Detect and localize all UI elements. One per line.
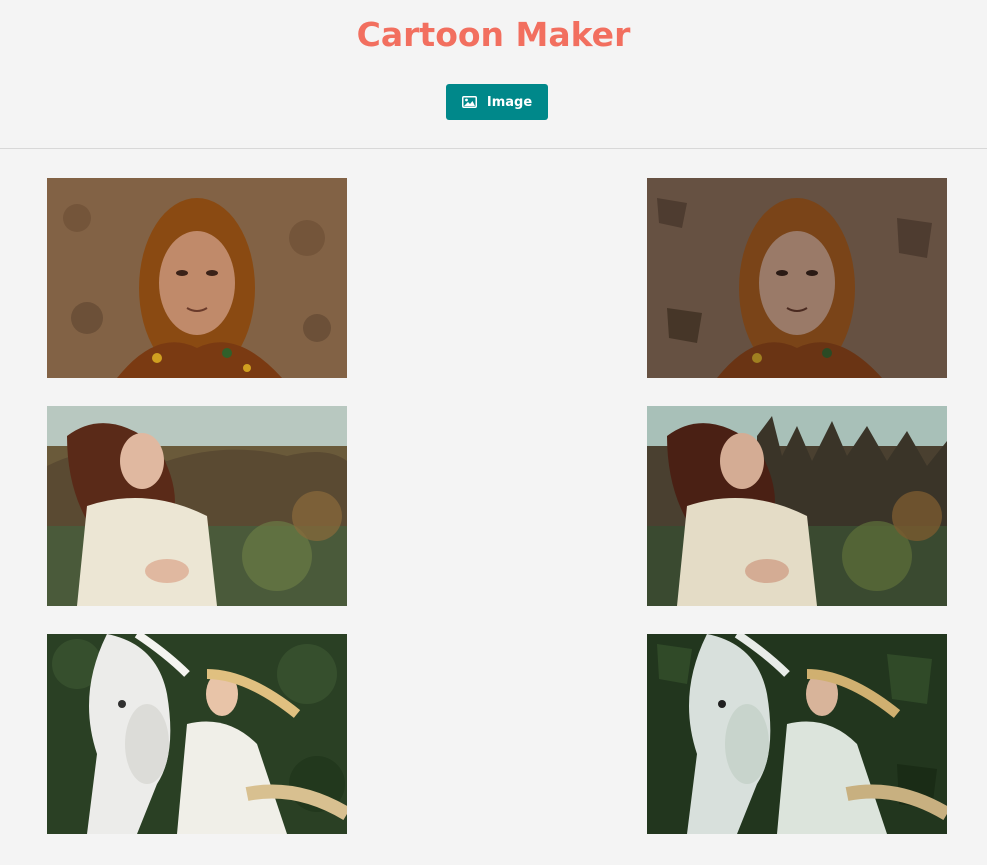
upload-image-button[interactable]: Image [446, 84, 548, 120]
original-image-3 [47, 634, 347, 834]
original-image-2 [47, 406, 347, 606]
image-icon [461, 96, 477, 108]
page-title: Cartoon Maker [356, 15, 631, 54]
cartoon-image-3 [647, 634, 947, 834]
app-header: Cartoon Maker Image [0, 0, 987, 149]
cartoon-image-1 [647, 178, 947, 378]
cartoon-image-2 [647, 406, 947, 606]
upload-button-label: Image [486, 94, 533, 110]
original-image-1 [47, 178, 347, 378]
